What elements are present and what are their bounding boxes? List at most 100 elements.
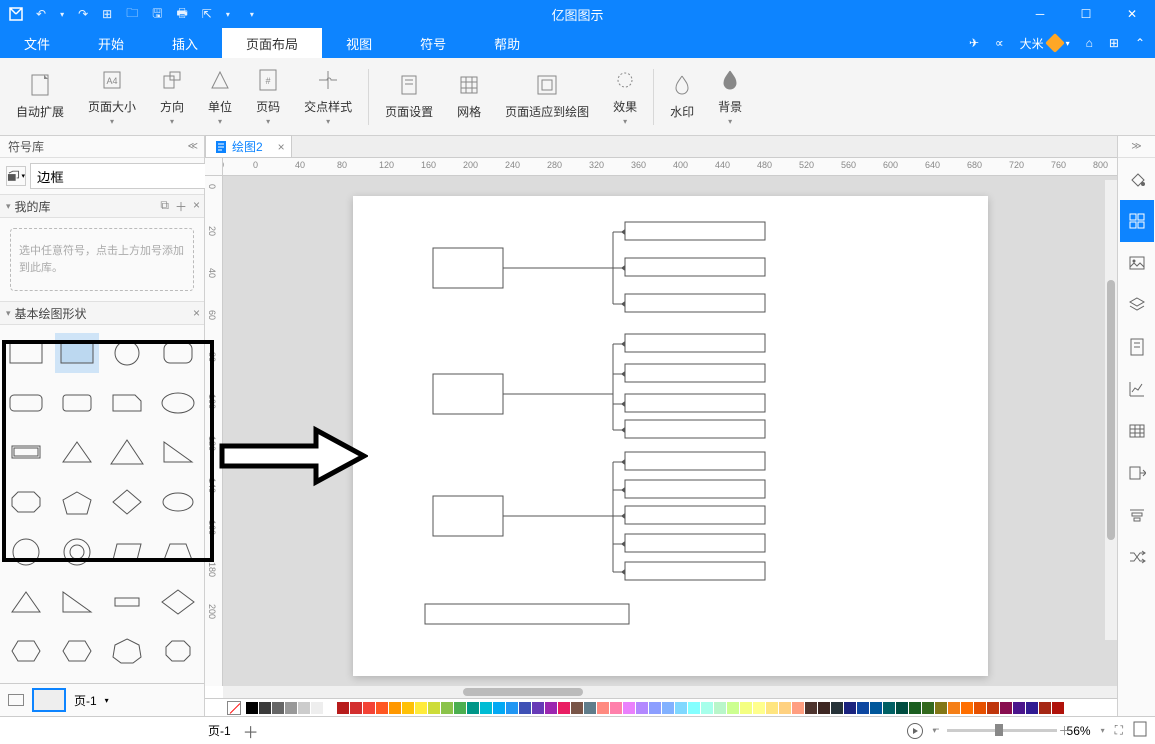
shape-frame[interactable] — [4, 432, 49, 472]
minimize-button[interactable]: ─ — [1017, 0, 1063, 28]
ribbon-watermark[interactable]: 水印 — [658, 62, 706, 132]
color-swatch[interactable] — [688, 702, 700, 714]
document-tab[interactable]: 绘图2 × — [205, 135, 292, 157]
view-thumb-icon[interactable] — [8, 694, 24, 706]
user-badge[interactable]: 大米 ▾ — [1020, 35, 1070, 52]
color-swatch[interactable] — [935, 702, 947, 714]
color-swatch[interactable] — [649, 702, 661, 714]
color-swatch[interactable] — [844, 702, 856, 714]
color-swatch[interactable] — [818, 702, 830, 714]
tool-fill[interactable] — [1120, 158, 1154, 200]
collapse-ribbon-icon[interactable]: ⌃ — [1135, 36, 1145, 50]
theme-icon[interactable]: ⌂ — [1086, 36, 1093, 50]
shape-octagon2[interactable] — [156, 631, 201, 671]
tool-chart[interactable] — [1120, 368, 1154, 410]
shape-octagon[interactable] — [4, 482, 49, 522]
zoom-in-button[interactable]: ＋ — [1059, 722, 1071, 739]
shape-roundrect[interactable] — [156, 333, 201, 373]
ribbon-unit[interactable]: 单位▾ — [196, 62, 244, 132]
shape-triangle[interactable] — [55, 432, 100, 472]
collapse-left-icon[interactable]: ≪ — [188, 141, 198, 152]
horizontal-scrollbar[interactable] — [223, 686, 1117, 698]
color-swatch[interactable] — [428, 702, 440, 714]
color-swatch[interactable] — [714, 702, 726, 714]
color-swatch[interactable] — [805, 702, 817, 714]
color-swatch[interactable] — [532, 702, 544, 714]
color-swatch[interactable] — [571, 702, 583, 714]
ribbon-page-setup[interactable]: 页面设置 — [373, 62, 445, 132]
my-library-header[interactable]: ▾ 我的库 ⧉ ＋ × — [0, 194, 204, 218]
tool-align[interactable] — [1120, 494, 1154, 536]
color-swatch[interactable] — [545, 702, 557, 714]
save-icon[interactable]: 🖫 — [152, 4, 162, 25]
color-swatch[interactable] — [623, 702, 635, 714]
tool-table[interactable] — [1120, 410, 1154, 452]
shape-circle2[interactable] — [4, 532, 49, 572]
ribbon-direction[interactable]: 方向▾ — [148, 62, 196, 132]
undo-icon[interactable]: ↶ — [36, 7, 46, 21]
ribbon-cross-style[interactable]: 交点样式▾ — [292, 62, 364, 132]
qat-dd-icon[interactable]: ▾ — [250, 10, 254, 19]
shape-trapezoid[interactable] — [156, 532, 201, 572]
color-swatch[interactable] — [376, 702, 388, 714]
color-swatch[interactable] — [259, 702, 271, 714]
shape-parallelogram[interactable] — [105, 532, 150, 572]
tool-page[interactable] — [1120, 326, 1154, 368]
share-icon[interactable]: ∝ — [995, 36, 1004, 50]
menu-help[interactable]: 帮助 — [470, 28, 544, 58]
close-section-icon[interactable]: × — [193, 306, 200, 320]
shape-ellipse2[interactable] — [156, 482, 201, 522]
color-swatch[interactable] — [467, 702, 479, 714]
color-swatch[interactable] — [480, 702, 492, 714]
color-swatch[interactable] — [987, 702, 999, 714]
shape-roundrect3[interactable] — [55, 383, 100, 423]
no-color-swatch[interactable] — [227, 701, 241, 715]
color-swatch[interactable] — [285, 702, 297, 714]
drawing-page[interactable] — [353, 196, 988, 676]
color-swatch[interactable] — [922, 702, 934, 714]
export-dd-icon[interactable]: ▾ — [226, 10, 230, 19]
color-swatch[interactable] — [272, 702, 284, 714]
ribbon-page-number[interactable]: #页码▾ — [244, 62, 292, 132]
collapse-right-icon[interactable]: ≫ — [1118, 136, 1155, 158]
shape-hexagon2[interactable] — [55, 631, 100, 671]
color-swatch[interactable] — [389, 702, 401, 714]
color-swatch[interactable] — [1052, 702, 1064, 714]
menu-symbol[interactable]: 符号 — [396, 28, 470, 58]
color-swatch[interactable] — [506, 702, 518, 714]
color-swatch[interactable] — [766, 702, 778, 714]
shape-pentagon[interactable] — [55, 482, 100, 522]
vertical-scrollbar[interactable] — [1105, 180, 1117, 640]
print-icon[interactable]: 🖶 — [176, 4, 187, 25]
shape-circle[interactable] — [105, 333, 150, 373]
tool-image[interactable] — [1120, 242, 1154, 284]
color-swatch[interactable] — [610, 702, 622, 714]
shape-heptagon[interactable] — [105, 631, 150, 671]
play-button[interactable] — [907, 723, 923, 739]
undo-dd-icon[interactable]: ▾ — [60, 10, 64, 19]
zoom-slider[interactable]: − ＋ — [947, 729, 1057, 732]
shape-triangle3[interactable] — [4, 582, 49, 622]
tool-export[interactable] — [1120, 452, 1154, 494]
color-swatch[interactable] — [1039, 702, 1051, 714]
ribbon-grid[interactable]: 网格 — [445, 62, 493, 132]
shape-type-select[interactable]: ▾ — [6, 166, 26, 186]
shape-rect-small[interactable] — [105, 582, 150, 622]
color-swatch[interactable] — [857, 702, 869, 714]
menu-file[interactable]: 文件 — [0, 28, 74, 58]
add-page-button[interactable]: ＋ — [243, 719, 259, 743]
color-swatch[interactable] — [558, 702, 570, 714]
color-swatch[interactable] — [779, 702, 791, 714]
canvas-viewport[interactable] — [223, 176, 1117, 686]
color-swatch[interactable] — [883, 702, 895, 714]
ribbon-effect[interactable]: 效果▾ — [601, 62, 649, 132]
new-icon[interactable]: ⊞ — [102, 7, 112, 21]
color-swatch[interactable] — [831, 702, 843, 714]
redo-icon[interactable]: ↷ — [78, 7, 88, 21]
color-swatch[interactable] — [727, 702, 739, 714]
shape-snip[interactable] — [105, 383, 150, 423]
color-swatch[interactable] — [792, 702, 804, 714]
shape-roundrect2[interactable] — [4, 383, 49, 423]
tool-layers[interactable] — [1120, 284, 1154, 326]
color-swatch[interactable] — [701, 702, 713, 714]
